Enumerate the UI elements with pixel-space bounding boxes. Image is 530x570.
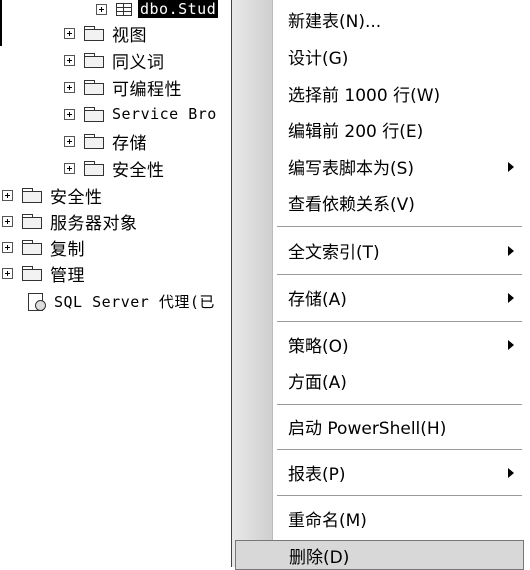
folder-icon [22,214,42,229]
tree-node-label: 复制 [50,239,85,260]
folder-icon [84,107,104,122]
menu-item-reports[interactable]: 报表(P) [273,457,524,487]
sql-agent-icon [26,291,46,311]
menu-item-label: 设计(G) [288,48,349,69]
submenu-arrow-icon [508,162,514,172]
menu-item-label: 编写表脚本为(S) [288,158,415,179]
folder-icon [22,188,42,203]
menu-item-label: 启动 PowerShell(H) [288,418,447,439]
folder-icon [84,53,104,68]
tree-node-management[interactable]: 管理 [2,261,85,286]
menu-item-rename[interactable]: 重命名(M) [273,503,524,533]
expand-icon[interactable] [2,241,13,253]
tree-node-security-db[interactable]: 安全性 [64,156,165,181]
tree-node-programmability[interactable]: 可编程性 [64,75,182,100]
submenu-arrow-icon [508,468,514,478]
expand-icon[interactable] [96,3,107,15]
tree-node-storage[interactable]: 存储 [64,129,147,154]
menu-item-facets[interactable]: 方面(A) [273,365,524,395]
menu-item-label: 报表(P) [288,464,346,485]
tree-node-label: 服务器对象 [50,213,138,234]
tree-node-sql-agent[interactable]: SQL Server 代理(已 [26,289,215,313]
tree-node-views[interactable]: 视图 [64,21,147,46]
tree-node-label: dbo.Stud [138,0,219,18]
tree-node-table[interactable]: dbo.Stud [96,0,219,21]
tree-node-label: 安全性 [112,160,165,181]
tree-node-label: 存储 [112,133,147,154]
menu-item-edit-top[interactable]: 编辑前 200 行(E) [273,114,524,144]
tree-node-security[interactable]: 安全性 [2,183,103,208]
tree-node-label: 可编程性 [112,79,182,100]
menu-item-fulltext-index[interactable]: 全文索引(T) [273,235,524,265]
menu-item-label: 存储(A) [288,289,347,310]
expand-icon[interactable] [64,108,75,120]
tree-node-label: Service Bro [112,105,217,123]
context-menu: 新建表(N)... 设计(G) 选择前 1000 行(W) 编辑前 200 行(… [231,0,530,570]
menu-item-start-powershell[interactable]: 启动 PowerShell(H) [273,411,524,441]
expand-icon[interactable] [64,162,75,174]
folder-icon [22,240,42,255]
tree-node-label: SQL Server 代理(已 [54,292,215,311]
menu-separator [277,274,522,275]
menu-item-label: 重命名(M) [288,510,367,531]
expand-icon[interactable] [2,215,13,227]
tree-node-label: 管理 [50,265,85,286]
object-explorer-tree: dbo.Stud 视图 同义词 可编程性 Service Bro 存储 安全性 … [0,0,232,567]
expand-icon[interactable] [64,27,75,39]
tree-node-synonyms[interactable]: 同义词 [64,48,165,73]
tree-node-label: 安全性 [50,187,103,208]
expand-icon[interactable] [2,267,13,279]
menu-item-script-table[interactable]: 编写表脚本为(S) [273,151,524,181]
menu-separator [277,226,522,227]
tree-edge [0,0,2,46]
folder-icon [22,266,42,281]
menu-item-select-top[interactable]: 选择前 1000 行(W) [273,78,524,108]
submenu-arrow-icon [508,246,514,256]
folder-icon [84,161,104,176]
menu-item-label: 删除(D) [289,547,350,568]
folder-icon [84,80,104,95]
menu-item-label: 新建表(N)... [288,11,382,32]
menu-item-design[interactable]: 设计(G) [273,41,524,71]
menu-separator [277,449,522,450]
tree-node-server-objects[interactable]: 服务器对象 [2,209,138,234]
menu-separator [277,404,522,405]
folder-icon [84,134,104,149]
tree-node-service-broker[interactable]: Service Bro [64,102,217,126]
expand-icon[interactable] [64,54,75,66]
menu-item-storage[interactable]: 存储(A) [273,282,524,312]
tree-node-label: 同义词 [112,52,165,73]
submenu-arrow-icon [508,340,514,350]
table-icon [116,2,132,16]
expand-icon[interactable] [64,135,75,147]
menu-item-label: 策略(O) [288,336,349,357]
menu-item-label: 选择前 1000 行(W) [288,85,441,106]
menu-item-view-dependencies[interactable]: 查看依赖关系(V) [273,187,524,217]
menu-item-policies[interactable]: 策略(O) [273,329,524,359]
expand-icon[interactable] [64,81,75,93]
expand-icon[interactable] [2,189,13,201]
folder-icon [84,26,104,41]
tree-node-label: 视图 [112,25,147,46]
menu-icon-gutter [232,0,273,567]
menu-item-delete[interactable]: 删除(D) [235,540,524,570]
tree-node-replication[interactable]: 复制 [2,235,85,260]
submenu-arrow-icon [508,293,514,303]
menu-item-label: 查看依赖关系(V) [288,194,415,215]
menu-separator [277,495,522,496]
menu-item-label: 编辑前 200 行(E) [288,121,424,142]
menu-item-new-table[interactable]: 新建表(N)... [273,4,524,34]
menu-item-label: 方面(A) [288,372,347,393]
menu-separator [277,321,522,322]
menu-item-label: 全文索引(T) [288,242,380,263]
